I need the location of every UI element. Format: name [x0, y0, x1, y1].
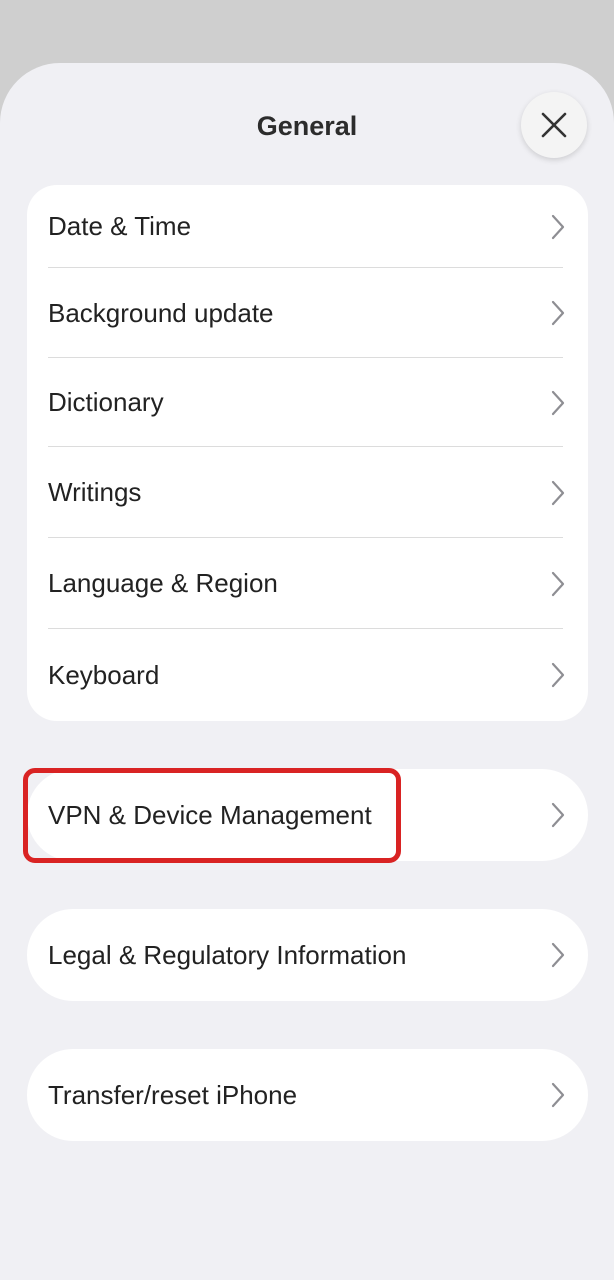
list-item-label: VPN & Device Management — [48, 799, 372, 830]
chevron-right-icon — [551, 214, 565, 239]
chevron-right-icon — [551, 662, 565, 688]
list-item-label: Legal & Regulatory Information — [48, 939, 407, 970]
list-item-label: Language & Region — [48, 568, 278, 598]
chevron-right-icon — [551, 802, 565, 828]
chevron-right-icon — [551, 300, 565, 326]
list-item-writings[interactable]: Writings — [27, 447, 588, 538]
list-item-label: Keyboard — [48, 659, 160, 690]
list-item-label: Background update — [48, 297, 274, 328]
list-item-label: Writings — [48, 477, 142, 507]
chevron-right-icon — [551, 942, 565, 968]
transfer-reset-item[interactable]: Transfer/reset iPhone — [27, 1049, 588, 1141]
list-item-transfer[interactable]: Transfer/reset iPhone — [27, 1049, 588, 1141]
list-item-language-region[interactable]: Language & Region — [27, 538, 588, 629]
list-item-background-update[interactable]: Background update — [27, 268, 588, 358]
chevron-right-icon — [551, 571, 565, 596]
list-item-dictionary[interactable]: Dictionary — [27, 358, 588, 447]
list-item-vpn[interactable]: VPN & Device Management — [27, 769, 588, 861]
close-button[interactable] — [521, 92, 587, 158]
list-item-label: Transfer/reset iPhone — [48, 1079, 298, 1110]
settings-sheet: General Date & Time Background update Di… — [0, 63, 614, 1280]
legal-regulatory-item[interactable]: Legal & Regulatory Information — [27, 909, 588, 1001]
chevron-right-icon — [551, 390, 565, 415]
list-item-label: Date & Time — [48, 211, 192, 241]
close-icon — [541, 112, 567, 138]
general-settings-group: Date & Time Background update Dictionary… — [27, 185, 588, 721]
vpn-device-management-item[interactable]: VPN & Device Management — [27, 769, 588, 861]
chevron-right-icon — [551, 1082, 565, 1108]
list-item-label: Dictionary — [48, 387, 164, 417]
list-item-legal[interactable]: Legal & Regulatory Information — [27, 909, 588, 1001]
list-item-keyboard[interactable]: Keyboard — [27, 629, 588, 721]
chevron-right-icon — [551, 480, 565, 505]
list-item-date-time[interactable]: Date & Time — [27, 185, 588, 268]
